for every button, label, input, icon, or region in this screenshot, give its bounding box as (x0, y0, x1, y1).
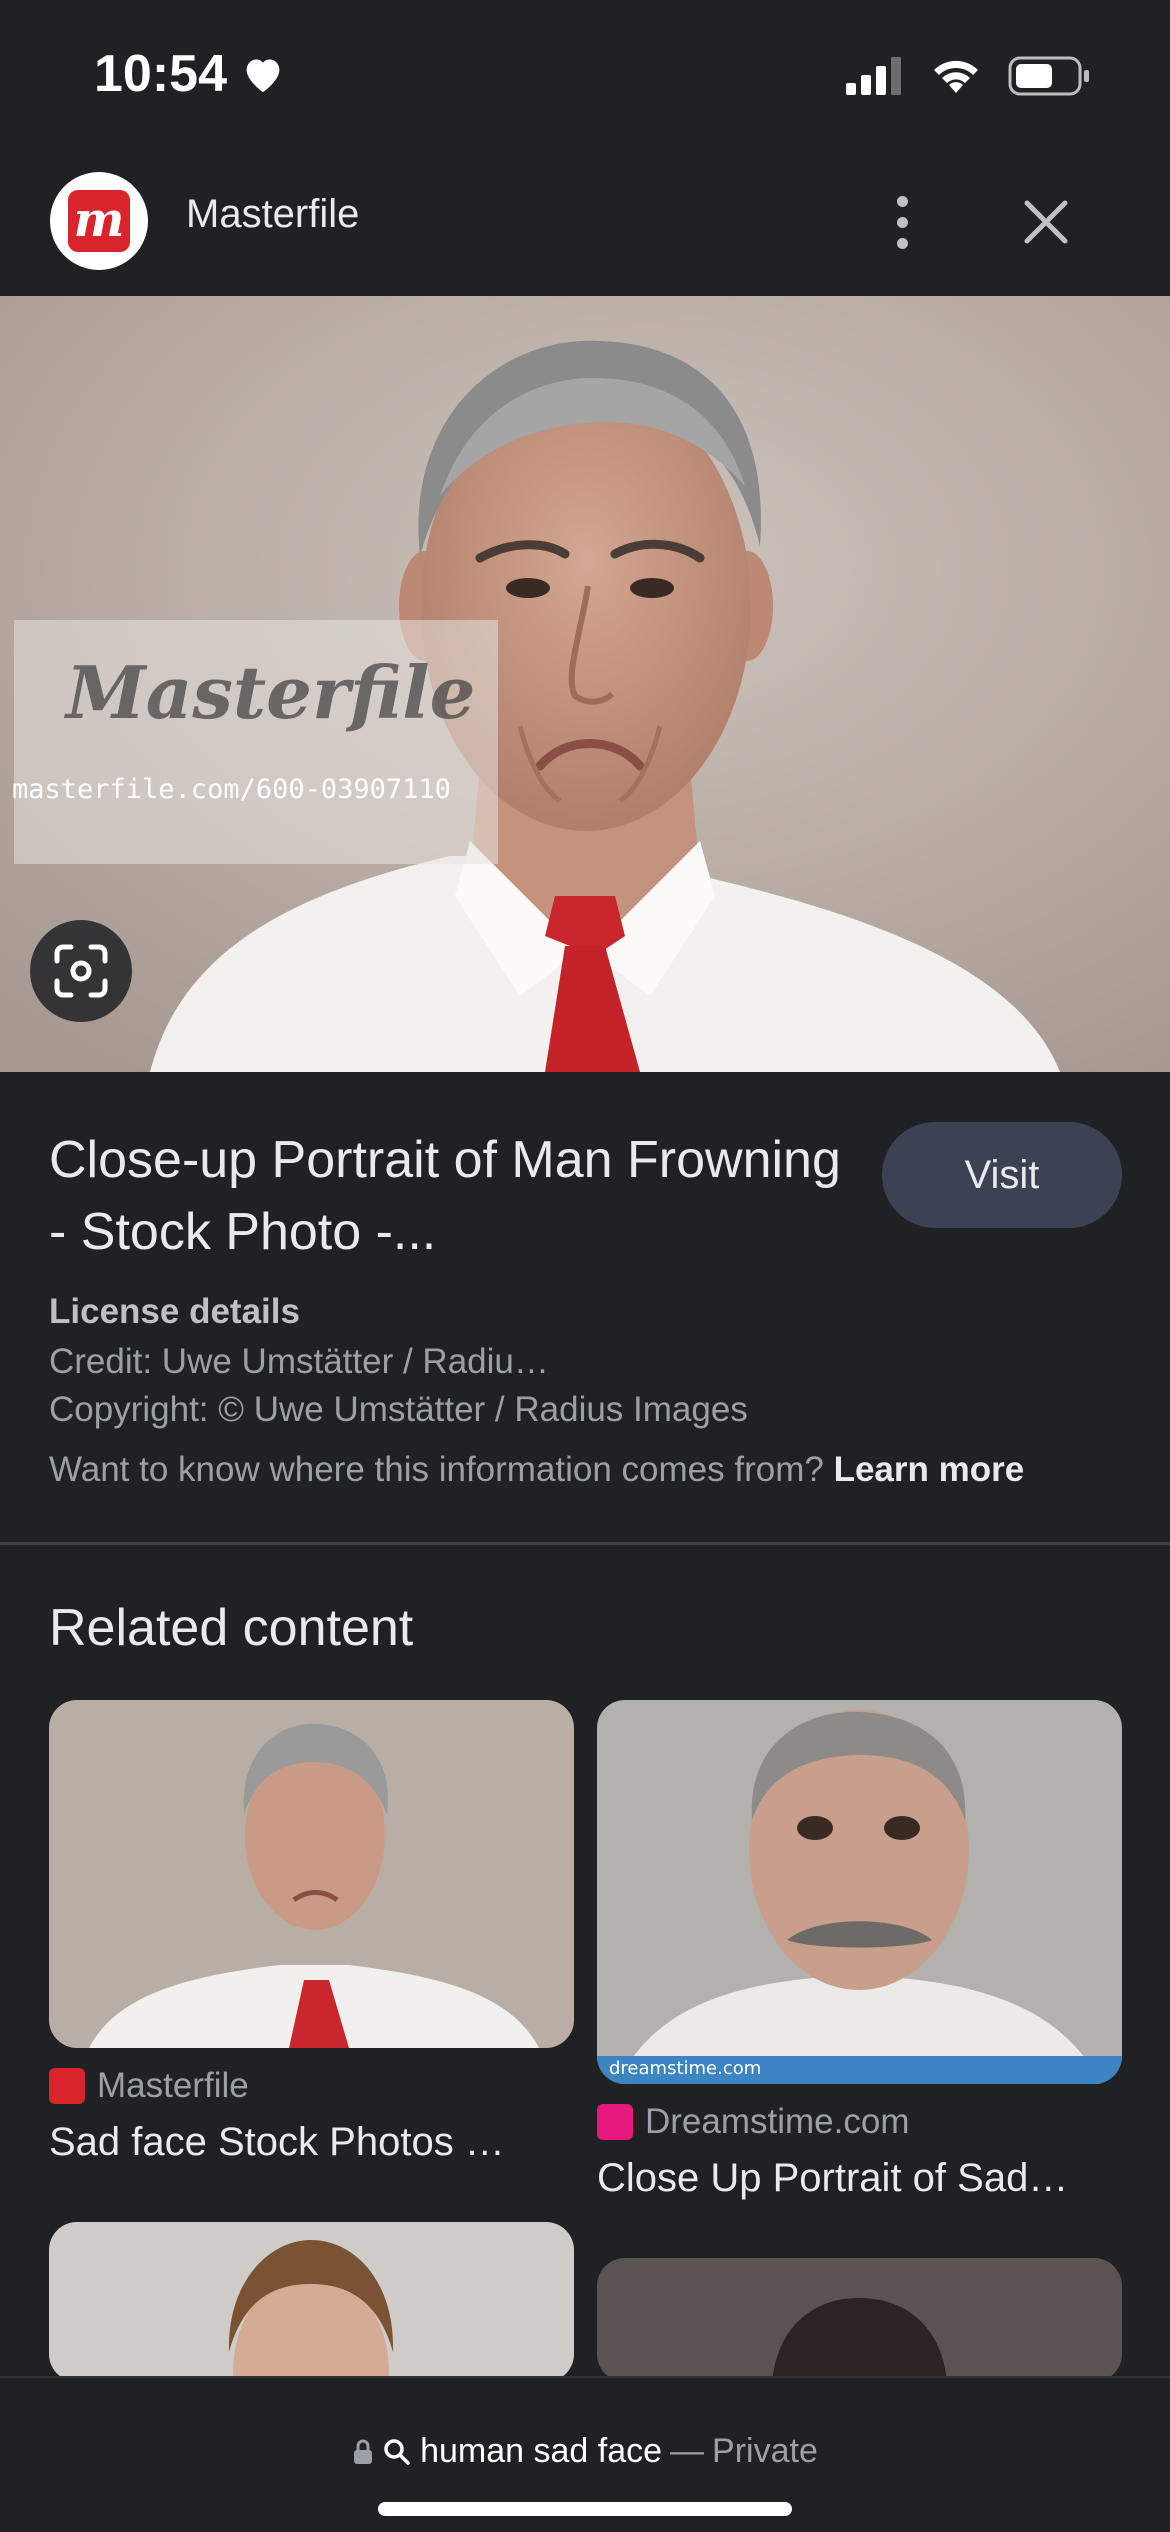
heart-icon (246, 59, 280, 93)
sad-man-mustache-thumbnail (597, 1700, 1122, 2084)
search-icon (384, 2438, 410, 2465)
related-card[interactable]: Masterfile Sad face Stock Photos … (49, 1700, 574, 2165)
license-details-heading: License details (49, 1292, 300, 1331)
site-name[interactable]: Masterfile (186, 192, 359, 237)
man-dark-background-thumbnail (597, 2258, 1122, 2382)
more-vert-icon-dot (896, 216, 908, 228)
battery-icon (1008, 56, 1089, 96)
bottom-address-bar[interactable]: human sad face — Private (0, 2376, 1170, 2532)
copyright-line: Copyright: © Uwe Umstätter / Radius Imag… (49, 1390, 748, 1429)
watermark-brand: Masterfile (66, 650, 476, 735)
credit-line: Credit: Uwe Umstätter / Radiu… (49, 1342, 549, 1381)
close-button[interactable] (1018, 186, 1074, 258)
status-bar: 10:54 (0, 0, 1170, 150)
section-divider (0, 1542, 1170, 1545)
home-indicator[interactable] (378, 2502, 792, 2516)
lens-scan-icon (54, 944, 108, 998)
result-header: m Masterfile (0, 150, 1170, 296)
related-source: Dreamstime.com (597, 2102, 1122, 2142)
status-time: 10:54 (94, 44, 285, 104)
related-card[interactable] (597, 2258, 1122, 2382)
woman-thumbnail (49, 2222, 574, 2382)
related-content-heading: Related content (49, 1599, 414, 1657)
related-thumbnail[interactable] (597, 2258, 1122, 2382)
related-card[interactable]: dreamstime.com Dreamstime.com Close Up P… (597, 1700, 1122, 2201)
masterfile-logo[interactable]: m (50, 172, 148, 270)
more-vert-icon-dot (896, 237, 908, 249)
learn-more-link[interactable]: Learn more (834, 1450, 1025, 1489)
wifi-icon (934, 60, 978, 93)
related-thumbnail[interactable] (49, 1700, 574, 2048)
related-source-name: Masterfile (97, 2066, 249, 2105)
watermark-url: masterfile.com/600-03907110 (12, 774, 451, 805)
clock: 10:54 (94, 45, 227, 103)
search-query-display[interactable]: human sad face — Private (0, 2432, 1170, 2471)
close-icon (1024, 200, 1068, 244)
more-vert-icon (896, 195, 908, 207)
dreamstime-favicon-icon (597, 2104, 633, 2140)
result-title[interactable]: Close-up Portrait of Man Frowning - Stoc… (49, 1124, 869, 1268)
related-title[interactable]: Close Up Portrait of Sad… (597, 2156, 1122, 2201)
related-source: Masterfile (49, 2066, 574, 2106)
info-question: Want to know where this information come… (49, 1450, 824, 1489)
visit-button[interactable]: Visit (882, 1122, 1122, 1228)
masterfile-logo-mark: m (68, 190, 130, 252)
preview-image[interactable]: Masterfile masterfile.com/600-03907110 (0, 296, 1170, 1072)
private-mode-label: Private (712, 2432, 818, 2470)
dreamstime-watermark: dreamstime.com (609, 2058, 762, 2079)
google-lens-button[interactable] (30, 920, 132, 1022)
related-thumbnail[interactable]: dreamstime.com (597, 1700, 1122, 2084)
related-thumbnail[interactable] (49, 2222, 574, 2382)
watermark-overlay: Masterfile (14, 620, 498, 864)
related-source-name: Dreamstime.com (645, 2102, 910, 2141)
cellular-signal-icon (846, 57, 901, 95)
status-icons (846, 56, 1090, 96)
related-title[interactable]: Sad face Stock Photos … (49, 2120, 574, 2165)
related-card[interactable] (49, 2222, 574, 2382)
more-options-button[interactable] (880, 186, 924, 258)
info-source-line: Want to know where this information come… (49, 1450, 1024, 1490)
search-query: human sad face (420, 2432, 663, 2470)
man-frowning-thumbnail (49, 1700, 574, 2048)
lock-icon (354, 2439, 373, 2464)
masterfile-favicon-icon (49, 2068, 85, 2104)
query-separator: — (670, 2432, 705, 2470)
